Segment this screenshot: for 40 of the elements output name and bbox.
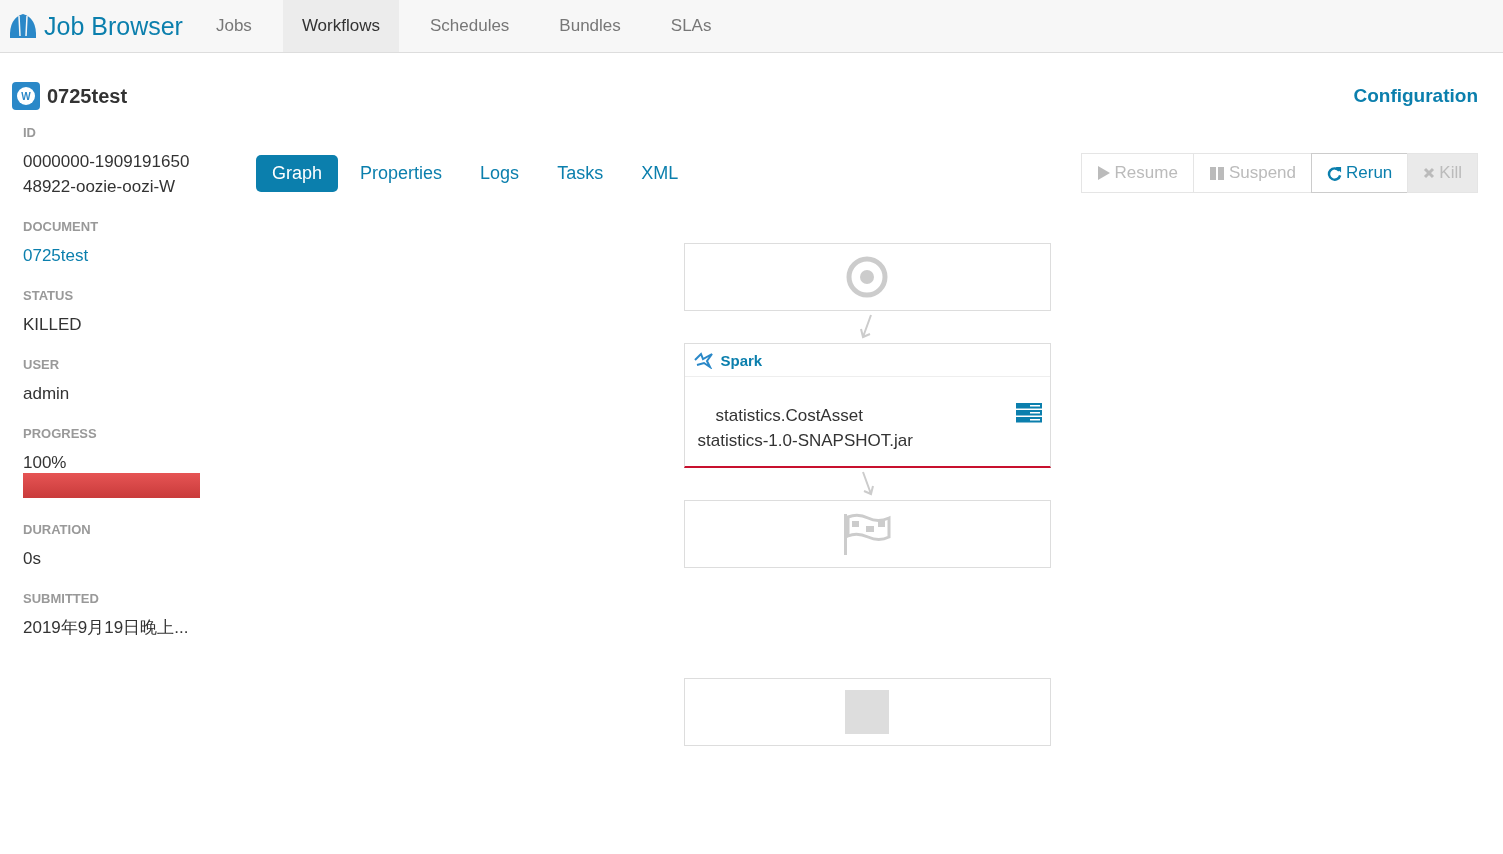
nav-tab[interactable]: Workflows (282, 0, 399, 52)
job-name: 0725test (47, 84, 128, 108)
square-icon (845, 690, 889, 734)
detail-label: ID (23, 125, 37, 140)
app-title: Job Browser (44, 11, 183, 41)
view-tab[interactable]: XML (625, 154, 695, 192)
configuration-link[interactable]: Configuration (1353, 85, 1478, 107)
detail-label: DURATION (23, 522, 92, 537)
view-tab[interactable]: Logs (464, 154, 536, 192)
node-title: Spark (720, 351, 763, 369)
detail-label: STATUS (23, 288, 75, 303)
node-details: statistics.CostAsset statistics-1.0-SNAPSHOT.jar (697, 405, 913, 452)
document-link[interactable]: 0725test (23, 243, 193, 268)
detail-value: 2019年9月19日晚上... (23, 617, 190, 639)
detail-value: admin (23, 383, 71, 405)
nav-tab[interactable]: Jobs (196, 0, 271, 52)
view-tab[interactable]: Properties (344, 154, 459, 192)
list-icon (1015, 403, 1042, 423)
play-icon (1096, 165, 1111, 181)
detail-value: KILLED (23, 314, 83, 336)
nav-tab[interactable]: SLAs (651, 0, 731, 52)
hard-hat-icon (8, 12, 38, 40)
detail-label: DOCUMENT (23, 219, 100, 234)
nav-tab[interactable]: Bundles (540, 0, 640, 52)
flag-icon (842, 512, 892, 556)
detail-label: PROGRESS (23, 426, 98, 441)
detail-label: USER (23, 357, 61, 372)
view-tab[interactable]: Graph (256, 154, 339, 192)
detail-value: 0000000-190919165048922-oozie-oozi-W (23, 151, 191, 198)
view-tab[interactable]: Tasks (541, 154, 620, 192)
workflow-badge: W (12, 82, 40, 110)
detail-value: 0s (23, 548, 42, 570)
detail-label: SUBMITTED (23, 591, 100, 606)
detail-value: 100% (23, 452, 68, 474)
nav-tab[interactable]: Schedules (410, 0, 529, 52)
refresh-icon (1327, 165, 1342, 181)
target-icon (845, 255, 889, 299)
pause-icon (1208, 165, 1225, 181)
close-icon (1423, 167, 1436, 179)
rerun-button[interactable]: Rerun (1311, 153, 1409, 193)
